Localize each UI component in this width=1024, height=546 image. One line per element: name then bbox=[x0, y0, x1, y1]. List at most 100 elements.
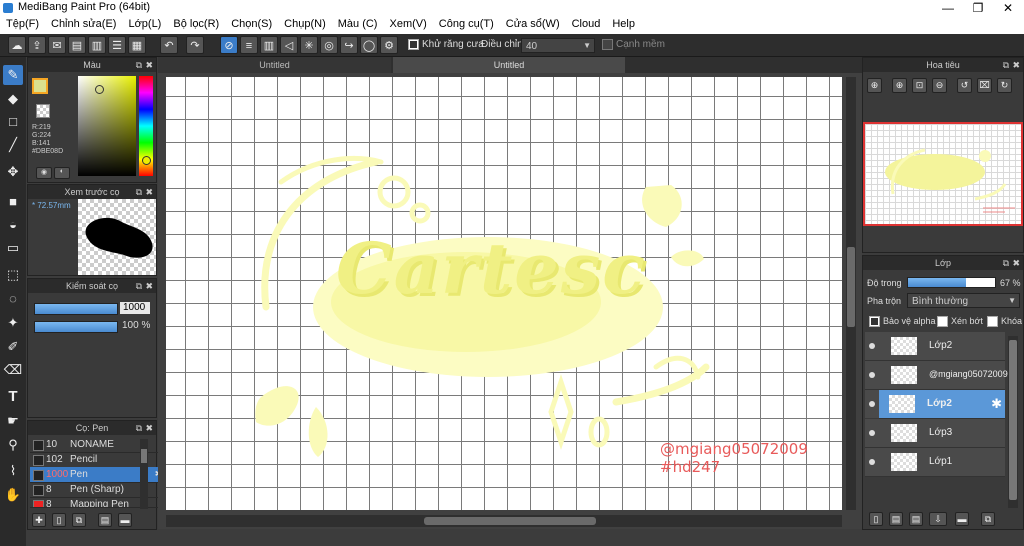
parallel-snap-icon[interactable]: ≡ bbox=[240, 36, 258, 54]
drawing-canvas[interactable]: Cartesc @mgiang05072009 #hd247 bbox=[166, 77, 842, 510]
close-button[interactable]: ✕ bbox=[993, 0, 1023, 16]
text-tool-icon[interactable]: T bbox=[3, 387, 23, 407]
undock-icon[interactable]: ⧉ bbox=[136, 421, 142, 435]
comment-icon[interactable]: ✉ bbox=[48, 36, 66, 54]
redo-icon[interactable]: ↷ bbox=[186, 36, 204, 54]
visibility-eye-icon[interactable] bbox=[869, 459, 875, 465]
layer-folder-icon[interactable]: ▬ bbox=[955, 512, 969, 526]
menu-tools[interactable]: Công cụ(T) bbox=[433, 16, 500, 32]
hand-tool-icon[interactable]: ✋ bbox=[3, 485, 23, 505]
brush-copy-icon[interactable]: ⧉ bbox=[72, 513, 86, 527]
share-icon[interactable]: ⇪ bbox=[28, 36, 46, 54]
grid-icon[interactable]: ▦ bbox=[128, 36, 146, 54]
layer-add-menu-icon[interactable]: ⇩ bbox=[929, 512, 947, 526]
brush-list-scrollbar[interactable] bbox=[140, 439, 148, 509]
hue-slider[interactable] bbox=[139, 76, 153, 176]
circle-snap-icon[interactable]: ◯ bbox=[360, 36, 378, 54]
new-layer-icon[interactable]: ▯ bbox=[869, 512, 883, 526]
color-add-icon[interactable]: ◉ bbox=[36, 167, 52, 179]
select-tool-icon[interactable]: ⬚ bbox=[3, 265, 23, 285]
dropper-tool-icon[interactable]: ⌇ bbox=[3, 461, 23, 481]
zoom-out-icon[interactable]: ⊖ bbox=[932, 78, 947, 93]
rotate-left-icon[interactable]: ↺ bbox=[957, 78, 972, 93]
minimize-button[interactable]: — bbox=[933, 0, 963, 16]
tab-untitled-2[interactable]: Untitled bbox=[393, 57, 625, 73]
lock-checkbox[interactable]: Khóa bbox=[987, 316, 1022, 328]
layer-row-selected[interactable]: Lớp2 ✱ bbox=[879, 390, 1005, 419]
lasso-tool-icon[interactable]: ◌ bbox=[3, 289, 23, 309]
tab-untitled-1[interactable]: Untitled bbox=[158, 57, 391, 73]
navigator-thumbnail[interactable] bbox=[863, 122, 1023, 226]
visibility-eye-icon[interactable] bbox=[869, 372, 875, 378]
fill-rect-tool-icon[interactable]: ■ bbox=[3, 192, 23, 212]
close-icon[interactable]: ✖ bbox=[145, 421, 153, 435]
menu-filter[interactable]: Bộ lọc(R) bbox=[167, 16, 225, 32]
brush-add-icon[interactable]: ✚ bbox=[32, 513, 46, 527]
operation-tool-icon[interactable]: ☛ bbox=[3, 411, 23, 431]
layer-opacity-slider[interactable] bbox=[907, 277, 996, 288]
line-tool-icon[interactable]: ╱ bbox=[3, 135, 23, 155]
picker-cursor[interactable] bbox=[95, 85, 104, 94]
menu-window[interactable]: Cửa sổ(W) bbox=[500, 16, 566, 32]
zoom-plus-icon[interactable]: ⊕ bbox=[892, 78, 907, 93]
scroll-thumb[interactable] bbox=[847, 247, 855, 327]
bucket-tool-icon[interactable]: ◒ bbox=[3, 215, 23, 235]
antialias-checkbox[interactable]: Khử răng cưa bbox=[408, 39, 484, 50]
fit-icon[interactable]: ⊡ bbox=[912, 78, 927, 93]
brush-settings-icon[interactable]: ▤ bbox=[98, 513, 112, 527]
scroll-thumb[interactable] bbox=[1009, 340, 1017, 500]
layer-row[interactable]: Lớp3 bbox=[865, 419, 1005, 448]
undock-icon[interactable]: ⧉ bbox=[136, 185, 142, 199]
menu-help[interactable]: Help bbox=[606, 16, 641, 32]
eraser-tool-icon[interactable]: ◆ bbox=[3, 89, 23, 109]
brush-new-icon[interactable]: ▯ bbox=[52, 513, 66, 527]
saturation-value-picker[interactable] bbox=[78, 76, 136, 176]
zoom-in-icon[interactable]: ⊕ bbox=[867, 78, 882, 93]
cross-snap-icon[interactable]: ▥ bbox=[260, 36, 278, 54]
adjust-select[interactable]: 40 ▼ bbox=[521, 38, 595, 53]
new-halftone-layer-icon[interactable]: ▤ bbox=[889, 512, 903, 526]
undock-icon[interactable]: ⧉ bbox=[136, 279, 142, 293]
visibility-eye-icon[interactable] bbox=[869, 343, 875, 349]
select-eraser-tool-icon[interactable]: ⌫ bbox=[3, 360, 23, 380]
duplicate-layer-icon[interactable]: ⧉ bbox=[981, 512, 995, 526]
menu-edit[interactable]: Chỉnh sửa(E) bbox=[45, 16, 122, 32]
menu-layer[interactable]: Lớp(L) bbox=[122, 16, 167, 32]
layer-list-scrollbar[interactable] bbox=[1008, 336, 1018, 508]
undock-icon[interactable]: ⧉ bbox=[1003, 256, 1009, 270]
close-icon[interactable]: ✖ bbox=[1012, 256, 1020, 270]
smooth-checkbox[interactable]: Cạnh mềm bbox=[602, 39, 665, 50]
gear-icon[interactable]: ✱ bbox=[991, 396, 1002, 412]
page-icon[interactable]: ▥ bbox=[88, 36, 106, 54]
undo-icon[interactable]: ↶ bbox=[160, 36, 178, 54]
brush-opacity-slider[interactable] bbox=[34, 321, 118, 333]
canvas-horizontal-scrollbar[interactable] bbox=[166, 515, 842, 527]
layer-row[interactable]: @mgiang05072009 bbox=[865, 361, 1008, 390]
close-icon[interactable]: ✖ bbox=[145, 185, 153, 199]
menu-color[interactable]: Màu (C) bbox=[332, 16, 384, 32]
radial-snap-icon[interactable]: ✳ bbox=[300, 36, 318, 54]
menu-file[interactable]: Tệp(F) bbox=[0, 16, 45, 32]
select-pen-tool-icon[interactable]: ✐ bbox=[3, 337, 23, 357]
visibility-eye-icon[interactable] bbox=[869, 401, 875, 407]
close-icon[interactable]: ✖ bbox=[145, 279, 153, 293]
rectangle-tool-icon[interactable]: □ bbox=[3, 112, 23, 132]
blend-mode-select[interactable]: Bình thường ▼ bbox=[907, 293, 1020, 308]
menu-view[interactable]: Xem(V) bbox=[383, 16, 432, 32]
canvas-vertical-scrollbar[interactable] bbox=[846, 77, 856, 510]
maximize-button[interactable]: ❐ bbox=[963, 0, 993, 16]
snap-off-icon[interactable]: ⊘ bbox=[220, 36, 238, 54]
scroll-thumb[interactable] bbox=[424, 517, 596, 525]
rotate-right-icon[interactable]: ↻ bbox=[997, 78, 1012, 93]
brush-folder-icon[interactable]: ▬ bbox=[118, 513, 132, 527]
layer-row[interactable]: Lớp1 bbox=[865, 448, 1005, 477]
magic-wand-tool-icon[interactable]: ✦ bbox=[3, 313, 23, 333]
concentric-snap-icon[interactable]: ◎ bbox=[320, 36, 338, 54]
color-wheel-icon[interactable]: ◐ bbox=[54, 167, 70, 179]
cloud-icon[interactable]: ☁ bbox=[8, 36, 26, 54]
hue-cursor[interactable] bbox=[142, 156, 151, 165]
fit-screen-icon[interactable]: ⌧ bbox=[977, 78, 992, 93]
visibility-eye-icon[interactable] bbox=[869, 430, 875, 436]
brush-size-slider[interactable] bbox=[34, 303, 118, 315]
close-icon[interactable]: ✖ bbox=[145, 58, 153, 72]
